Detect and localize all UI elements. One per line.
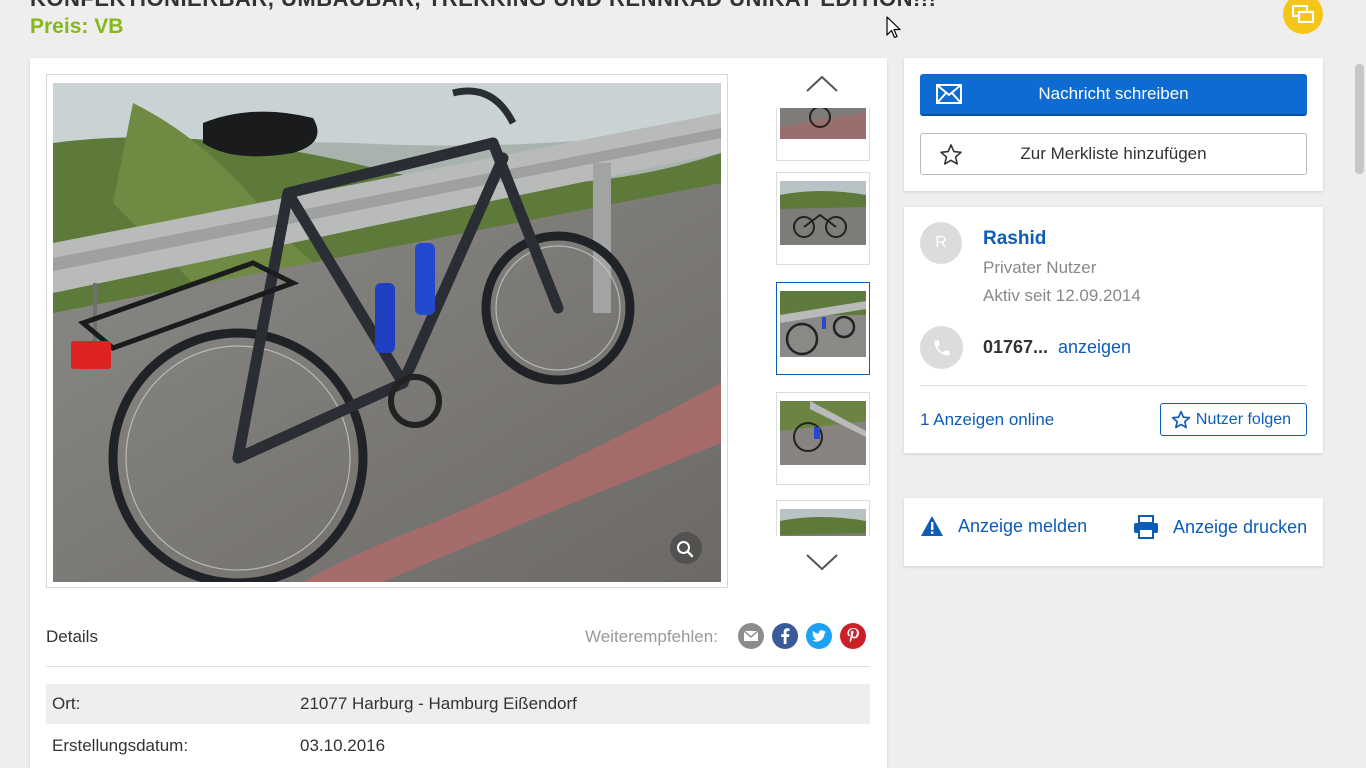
thumbnail-5[interactable]	[776, 500, 870, 536]
detail-value: 03.10.2016	[300, 736, 386, 755]
message-button-label: Nachricht schreiben	[1038, 84, 1189, 103]
thumbnail-strip	[775, 68, 870, 578]
chevron-down-icon[interactable]	[805, 552, 839, 572]
share-label: Weiterempfehlen:	[585, 627, 718, 646]
seller-divider	[920, 385, 1307, 386]
follow-user-button[interactable]: Nutzer folgen	[1160, 403, 1307, 436]
print-ad-label: Anzeige drucken	[1173, 516, 1308, 537]
contact-actions-card: Nachricht schreiben Zur Merkliste hinzuf…	[904, 58, 1323, 191]
show-phone-link[interactable]: anzeigen	[1058, 337, 1131, 358]
envelope-icon	[936, 84, 962, 104]
twitter-icon	[812, 630, 826, 642]
twitter-share-button[interactable]	[806, 623, 832, 649]
listing-price: Preis: VB	[30, 15, 124, 38]
watchlist-button-label: Zur Merkliste hinzufügen	[1020, 144, 1207, 163]
seller-name-link[interactable]: Rashid	[983, 228, 1046, 250]
phone-icon-circle	[920, 326, 963, 369]
phone-number: 01767...	[983, 337, 1049, 357]
report-ad-label: Anzeige melden	[958, 515, 1088, 536]
zoom-button[interactable]	[670, 532, 702, 564]
detail-row-location: Ort: 21077 Harburg - Hamburg Eißendorf	[46, 684, 870, 724]
details-heading: Details	[46, 627, 98, 646]
phone-icon	[934, 340, 949, 355]
page-scrollbar[interactable]	[1352, 58, 1366, 768]
detail-key: Ort:	[52, 694, 81, 713]
thumbnail-window	[775, 108, 870, 536]
print-ad-link[interactable]: Anzeige drucken	[1133, 515, 1307, 539]
report-card: Anzeige melden Anzeige drucken	[904, 498, 1323, 566]
seller-card: R Rashid Privater Nutzer Aktiv seit 12.0…	[904, 207, 1323, 453]
detail-key: Erstellungsdatum:	[52, 736, 189, 755]
avatar: R	[920, 222, 962, 264]
star-icon	[940, 144, 962, 165]
facebook-icon	[781, 628, 790, 644]
share-icons	[738, 623, 866, 649]
magnifier-icon	[677, 541, 694, 558]
star-icon	[1171, 410, 1191, 429]
gallery-view-icon	[1292, 5, 1314, 23]
chevron-up-icon[interactable]	[805, 74, 839, 94]
thumbnail-1[interactable]	[776, 108, 870, 161]
pinterest-share-button[interactable]	[840, 623, 866, 649]
thumbnail-3[interactable]	[776, 282, 870, 375]
gallery-view-button[interactable]	[1283, 0, 1323, 34]
listing-main-card: Details Weiterempfehlen: Ort: 21077 Harb…	[30, 58, 887, 768]
message-button[interactable]: Nachricht schreiben	[920, 74, 1307, 116]
seller-type: Privater Nutzer	[983, 258, 1097, 277]
warning-icon	[921, 516, 943, 536]
pinterest-icon	[847, 628, 859, 643]
bike-photo	[53, 83, 721, 582]
seller-active-since: Aktiv seit 12.09.2014	[983, 286, 1141, 305]
main-photo[interactable]	[46, 74, 728, 588]
report-ad-link[interactable]: Anzeige melden	[920, 515, 1087, 537]
detail-row-date: Erstellungsdatum: 03.10.2016	[46, 726, 870, 766]
facebook-share-button[interactable]	[772, 623, 798, 649]
printer-icon	[1134, 515, 1158, 539]
ads-online-link[interactable]: 1 Anzeigen online	[920, 410, 1054, 430]
mouse-cursor-icon	[886, 16, 901, 39]
details-divider	[46, 666, 870, 667]
email-share-button[interactable]	[738, 623, 764, 649]
thumbnail-4[interactable]	[776, 392, 870, 485]
detail-value: 21077 Harburg - Hamburg Eißendorf	[300, 694, 577, 713]
email-icon	[744, 631, 758, 641]
watchlist-button[interactable]: Zur Merkliste hinzufügen	[920, 133, 1307, 175]
thumbnail-2[interactable]	[776, 172, 870, 265]
follow-user-label: Nutzer folgen	[1195, 410, 1292, 428]
scrollbar-thumb[interactable]	[1355, 64, 1364, 174]
listing-title: KONFEKTIONIERBAR, UMBAUBAR, TREKKING UND…	[30, 0, 936, 12]
